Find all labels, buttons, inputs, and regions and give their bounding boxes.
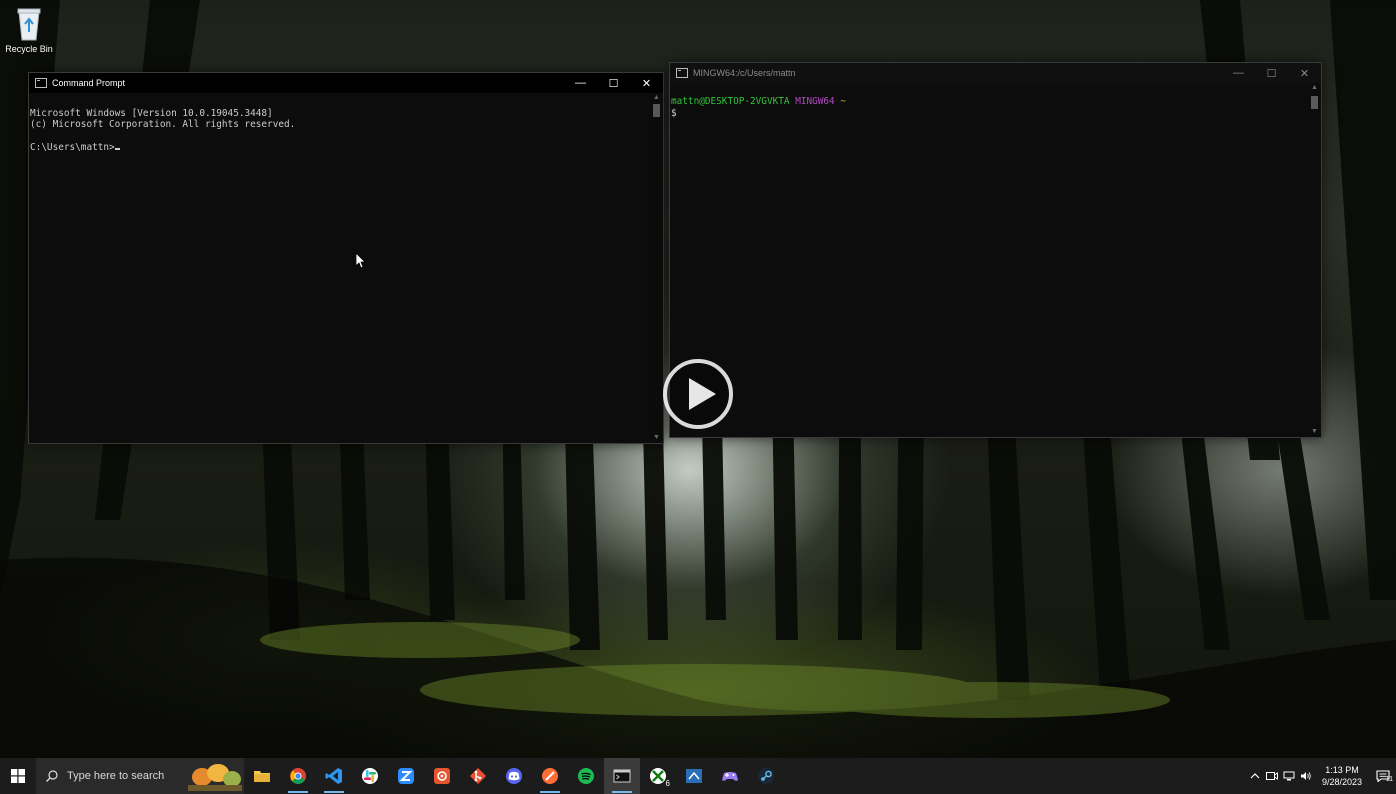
taskbar-remote[interactable] [676, 758, 712, 794]
minimize-button[interactable]: — [564, 73, 597, 93]
prompt-path: ~ [840, 96, 847, 107]
search-highlight-art-icon [188, 764, 242, 791]
slack-icon [362, 768, 378, 784]
scroll-down-icon[interactable]: ▼ [1308, 427, 1321, 437]
taskbar-discord[interactable] [496, 758, 532, 794]
taskbar-git[interactable] [460, 758, 496, 794]
taskbar: Type here to search 6 1:13 PM 9/28/2023 … [0, 758, 1396, 794]
taskbar-slack[interactable] [352, 758, 388, 794]
zoom-icon [398, 768, 414, 784]
notification-count-badge: 11 [1385, 776, 1393, 783]
taskbar-spotify[interactable] [568, 758, 604, 794]
windows-logo-icon [11, 769, 25, 783]
recycle-bin-icon [14, 6, 44, 42]
git-icon [470, 768, 486, 784]
search-box[interactable]: Type here to search [36, 758, 244, 794]
taskbar-chrome[interactable] [280, 758, 316, 794]
capture-icon [434, 768, 450, 784]
vscode-icon [325, 768, 342, 784]
network-icon[interactable] [1280, 758, 1297, 794]
minimize-button[interactable]: — [1222, 63, 1255, 83]
console-output[interactable]: Microsoft Windows [Version 10.0.19045.34… [29, 93, 295, 154]
terminal-icon [613, 769, 631, 783]
maximize-button[interactable]: ☐ [597, 73, 630, 93]
console-line: (c) Microsoft Corporation. All rights re… [30, 119, 296, 130]
scrollbar-thumb[interactable] [653, 104, 660, 117]
folder-icon [254, 771, 270, 782]
prompt-user: mattn@DESKTOP-2VGVKTA [671, 96, 790, 107]
vertical-scrollbar[interactable]: ▲ ▼ [1308, 83, 1321, 437]
console-output[interactable]: mattn@DESKTOP-2VGVKTA MINGW64 ~ $ [670, 83, 846, 119]
volume-icon[interactable] [1297, 758, 1314, 794]
mouse-pointer-icon [355, 252, 366, 269]
xbox-icon [650, 768, 666, 784]
desktop-icon-recycle-bin[interactable]: Recycle Bin [4, 6, 54, 54]
command-prompt-window[interactable]: Command Prompt — ☐ ✕ Microsoft Windows [… [28, 72, 664, 444]
postman-icon [542, 768, 558, 784]
scroll-down-icon[interactable]: ▼ [650, 433, 663, 443]
clock-date: 9/28/2023 [1321, 777, 1363, 787]
search-placeholder: Type here to search [67, 770, 165, 782]
play-icon[interactable] [662, 358, 734, 430]
remote-icon [686, 769, 702, 783]
gamepad-icon [722, 772, 738, 781]
system-tray: 1:13 PM 9/28/2023 11 [1246, 758, 1396, 794]
taskbar-terminal[interactable] [604, 758, 640, 794]
xbox-badge: 6 [665, 779, 670, 788]
taskbar-zoom[interactable] [388, 758, 424, 794]
scroll-up-icon[interactable]: ▲ [1308, 83, 1321, 93]
discord-icon [506, 768, 522, 784]
desktop-icon-label: Recycle Bin [5, 44, 53, 54]
titlebar[interactable]: MINGW64:/c/Users/mattn — ☐ ✕ [670, 63, 1321, 83]
prompt-env: MINGW64 [795, 96, 835, 107]
meet-now-icon[interactable] [1263, 758, 1280, 794]
text-cursor [114, 148, 120, 150]
steam-icon [758, 768, 774, 784]
start-button[interactable] [0, 758, 36, 794]
scrollbar-thumb[interactable] [1311, 96, 1318, 109]
spotify-icon [578, 768, 594, 784]
console-prompt: C:\Users\mattn> [30, 142, 115, 153]
window-title: MINGW64:/c/Users/mattn [693, 68, 796, 78]
console-line: Microsoft Windows [Version 10.0.19045.34… [30, 107, 273, 119]
close-button[interactable]: ✕ [1288, 63, 1321, 83]
prompt-symbol: $ [671, 107, 677, 119]
taskbar-vscode[interactable] [316, 758, 352, 794]
mingw-icon [676, 68, 688, 78]
maximize-button[interactable]: ☐ [1255, 63, 1288, 83]
chrome-icon [290, 768, 306, 784]
show-hidden-icons-chevron-icon[interactable] [1246, 758, 1263, 794]
console-icon [35, 78, 47, 88]
clock-time: 1:13 PM [1325, 765, 1359, 775]
close-button[interactable]: ✕ [630, 73, 663, 93]
mingw64-window[interactable]: MINGW64:/c/Users/mattn — ☐ ✕ mattn@DESKT… [669, 62, 1322, 438]
taskbar-steam[interactable] [748, 758, 784, 794]
window-title: Command Prompt [52, 78, 126, 88]
search-icon [46, 770, 58, 782]
scroll-up-icon[interactable]: ▲ [650, 93, 663, 103]
taskbar-capture[interactable] [424, 758, 460, 794]
titlebar[interactable]: Command Prompt — ☐ ✕ [29, 73, 663, 93]
taskbar-gamepad[interactable] [712, 758, 748, 794]
taskbar-xbox[interactable]: 6 [640, 758, 676, 794]
system-clock[interactable]: 1:13 PM 9/28/2023 [1314, 764, 1370, 788]
taskbar-postman[interactable] [532, 758, 568, 794]
taskbar-file-explorer[interactable] [244, 758, 280, 794]
action-center-button[interactable]: 11 [1370, 758, 1396, 794]
